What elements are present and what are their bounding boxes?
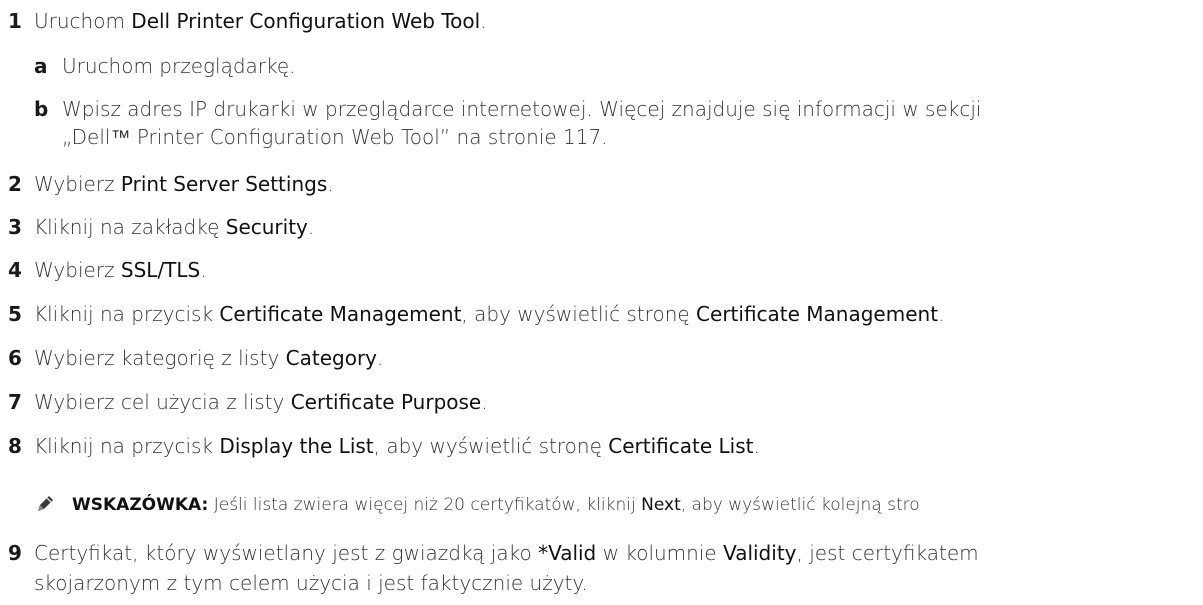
- pencil-note-icon: [34, 493, 56, 515]
- substep-text: Wpisz adres IP drukarki w przeglądarce i…: [62, 97, 982, 121]
- substep-text: Uruchom przeglądarkę.: [62, 54, 296, 78]
- step-text: Uruchom Dell Printer Configuration Web T…: [34, 9, 487, 33]
- step-text: Kliknij na przycisk Certificate Manageme…: [34, 302, 945, 326]
- step-number: 7: [8, 390, 22, 414]
- step-text: Wybierz kategorię z listy Category.: [34, 346, 384, 370]
- step-text: Kliknij na zakładkę Security.: [34, 215, 315, 239]
- substep-letter: a: [34, 54, 48, 78]
- step-number: 1: [8, 9, 22, 33]
- step-number: 2: [8, 172, 22, 196]
- step-number: 8: [8, 434, 22, 458]
- note-next-label: Next: [641, 495, 681, 515]
- note-text: Jeśli lista zwiera więcej niż 20 certyfi…: [208, 495, 642, 515]
- substep-letter: b: [34, 97, 49, 121]
- note-label: WSKAZÓWKA:: [72, 495, 209, 515]
- step-text: Wybierz Print Server Settings.: [34, 172, 334, 196]
- step-number: 6: [8, 346, 22, 370]
- step-number: 5: [8, 302, 22, 326]
- step-text-line2: skojarzonym z tym celem użycia i jest fa…: [34, 571, 588, 595]
- note-tip: WSKAZÓWKA: Jeśli lista zwiera więcej niż…: [72, 493, 920, 517]
- note-text-end: , aby wyświetlić kolejną stro: [680, 495, 920, 515]
- step-text: Kliknij na przycisk Display the List, ab…: [34, 434, 760, 458]
- step-number: 9: [8, 541, 22, 565]
- substep-text-line2: „Dell™ Printer Configuration Web Tool” n…: [62, 125, 608, 149]
- step-number: 3: [8, 215, 22, 239]
- step-text: Wybierz SSL/TLS.: [34, 258, 207, 282]
- step-text: Wybierz cel użycia z listy Certificate P…: [34, 390, 488, 414]
- step-number: 4: [8, 258, 22, 282]
- step-text: Certyfikat, który wyświetlany jest z gwi…: [34, 541, 979, 565]
